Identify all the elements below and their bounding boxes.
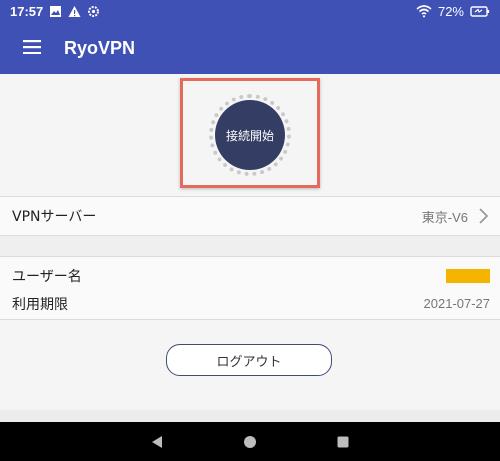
home-icon[interactable]: [242, 434, 258, 450]
battery-icon: [470, 5, 490, 18]
section-gap: [0, 236, 500, 256]
expiry-row: 利用期限 2021-07-27: [0, 288, 500, 320]
bottom-strip: [0, 410, 500, 422]
status-time: 17:57: [10, 3, 44, 19]
connect-area: 接続開始: [0, 74, 500, 196]
battery-percent: 72%: [437, 3, 464, 19]
warning-icon: [68, 5, 81, 18]
screen: 17:57 72% RyoVPN 接続開始 VPNサーバー 東京-V6 ユーザー…: [0, 0, 500, 461]
status-bar: 17:57 72%: [0, 0, 500, 22]
expiry-label: 利用期限: [12, 296, 68, 313]
username-redacted: [446, 269, 490, 283]
navigation-bar: [0, 422, 500, 461]
wifi-icon: [416, 4, 432, 18]
logout-button[interactable]: ログアウト: [166, 344, 332, 376]
expiry-value: 2021-07-27: [423, 296, 491, 311]
vpn-server-value: 東京-V6: [421, 209, 468, 225]
connect-ring: 接続開始: [209, 94, 291, 176]
vpn-server-row[interactable]: VPNサーバー 東京-V6: [0, 196, 500, 236]
vpn-server-label: VPNサーバー: [12, 209, 97, 225]
recents-icon[interactable]: [335, 434, 351, 450]
username-label: ユーザー名: [12, 269, 82, 285]
gear-icon: [87, 5, 100, 18]
connect-button[interactable]: 接続開始: [215, 100, 285, 170]
app-bar: RyoVPN: [0, 22, 500, 74]
menu-button[interactable]: [0, 22, 64, 74]
chevron-right-icon: [476, 207, 490, 225]
back-icon[interactable]: [149, 434, 165, 450]
image-icon: [49, 5, 62, 18]
logout-area: ログアウト: [0, 320, 500, 410]
hamburger-menu-icon: [23, 39, 41, 58]
app-title: RyoVPN: [64, 37, 136, 58]
